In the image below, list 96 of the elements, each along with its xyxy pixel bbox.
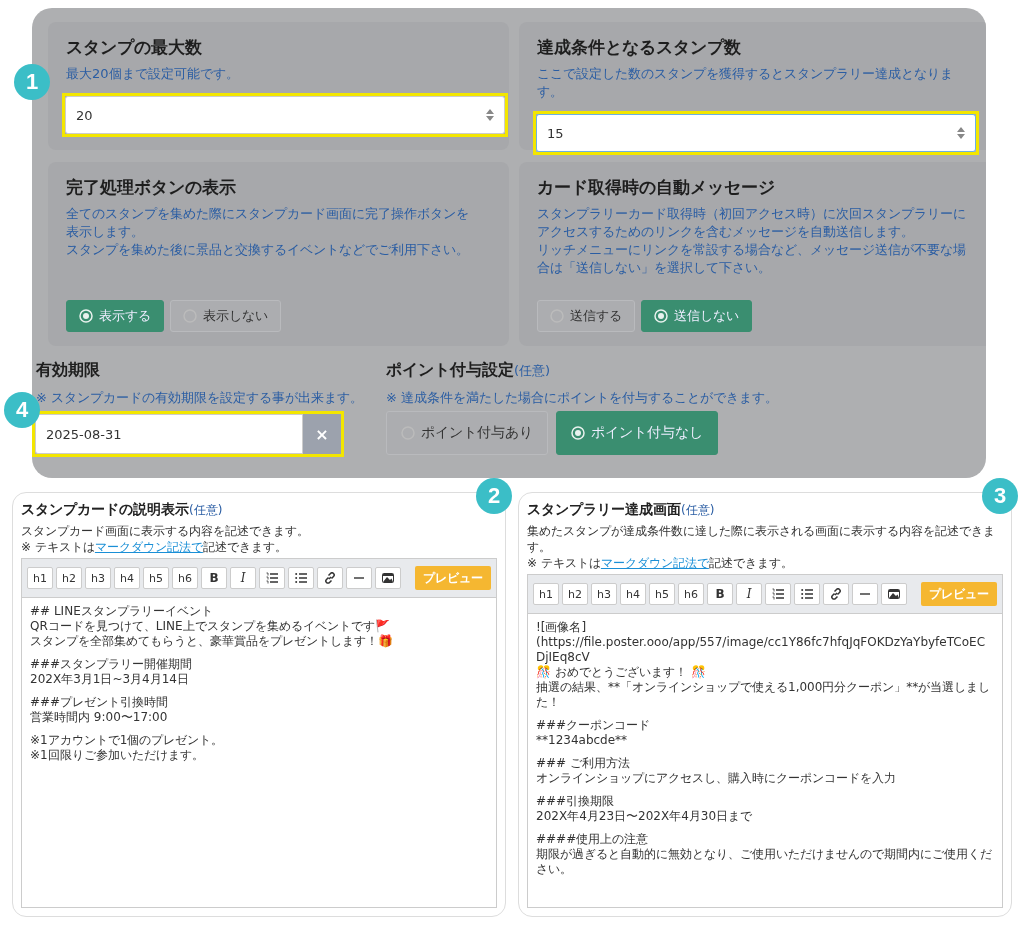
optional-label: (任意) <box>681 503 715 517</box>
card-description: ここで設定した数のスタンプを獲得するとスタンプラリー達成となります。 <box>537 65 954 101</box>
radio-option[interactable]: 表示しない <box>170 300 281 332</box>
radio-icon <box>79 309 93 323</box>
optional-label: (任意) <box>189 503 223 517</box>
format-button[interactable]: h6 <box>172 567 198 589</box>
markdown-line: ※1アカウントで1個のプレゼント。 <box>30 733 225 748</box>
format-button[interactable] <box>317 567 343 589</box>
markdown-line: 期限が過ぎると自動的に無効となり、ご使用いただけませんので期間内にご使用ください。 <box>536 847 993 877</box>
date-field[interactable]: 2025-08-31 <box>35 414 303 454</box>
radio-option[interactable]: ポイント付与なし <box>556 411 718 455</box>
link-icon <box>324 572 336 584</box>
format-button[interactable] <box>765 583 791 605</box>
format-button[interactable] <box>794 583 820 605</box>
card-description: 最大20個まで設定可能です。 <box>66 65 240 83</box>
format-button[interactable]: h3 <box>591 583 617 605</box>
radio-icon <box>654 309 668 323</box>
editor-description: 集めたスタンプが達成条件数に達した際に表示される画面に表示する内容を記述できます。 <box>527 523 996 555</box>
format-button[interactable]: B <box>201 567 227 589</box>
markdown-line: ###プレゼント引換時間 <box>30 695 170 710</box>
radio-icon <box>571 426 585 440</box>
markdown-textarea[interactable]: ## LINEスタンプラリーイベント QRコードを見つけて、LINE上でスタンプを集めるイベントです🚩 スタンプを全部集めてもらうと、豪華賞品をプレゼントします！🎁 ###スタンプラリー開催期間 202X年3月1日~3月4月14日 ###プレゼント引換時間 営業時間内 9:00〜17:00 ※1アカウントで1個のプレゼント。 ※1回限りご参加いただけます。 <box>22 598 496 907</box>
format-button[interactable] <box>375 567 401 589</box>
markdown-note: ※ テキストはマークダウン記法で記述できます。 <box>21 539 288 555</box>
format-button[interactable]: I <box>736 583 762 605</box>
markdown-line: 抽選の結果、**「オンラインショップで使える1,000円分クーポン」**が当選しました！ <box>536 680 992 710</box>
format-button[interactable]: h1 <box>27 567 53 589</box>
markdown-line: ※1回限りご参加いただけます。 <box>30 748 205 763</box>
bullet-list-icon <box>295 572 307 584</box>
format-button[interactable]: h5 <box>143 567 169 589</box>
markdown-line: ### ご利用方法 <box>536 756 631 771</box>
format-button[interactable]: h3 <box>85 567 111 589</box>
markdown-line: 🎊 おめでとうございます！ 🎊 <box>536 665 707 680</box>
markdown-line: ###引換期限 <box>536 794 616 809</box>
markdown-line: ###スタンプラリー開催期間 <box>30 657 194 672</box>
number-field[interactable]: 20 <box>65 96 505 134</box>
markdown-line: ![画像名](https://file.poster.ooo/app/557/image/cc1Y86fc7hfqJqFOKDzYaYbyfeTCoECDjIEq8cV <box>536 620 987 664</box>
card-title: スタンプの最大数 <box>66 36 203 59</box>
format-button[interactable]: h5 <box>649 583 675 605</box>
card-description: 全てのスタンプを集めた際にスタンプカード画面に完了操作ボタンを表示します。 <box>66 205 470 241</box>
card-title: 達成条件となるスタンプ数 <box>537 36 742 59</box>
markdown-line: スタンプを全部集めてもらうと、豪華賞品をプレゼントします！🎁 <box>30 634 394 649</box>
spinner-icon[interactable] <box>957 127 965 139</box>
optional-label: (任意) <box>514 363 551 378</box>
callout-badge: 3 <box>982 478 1018 514</box>
radio-option[interactable]: 表示する <box>66 300 164 332</box>
number-field[interactable]: 15 <box>536 114 976 152</box>
card-title: 完了処理ボタンの表示 <box>66 176 237 199</box>
editor-title: スタンプラリー達成画面 <box>527 501 681 517</box>
markdown-line: QRコードを見つけて、LINE上でスタンプを集めるイベントです🚩 <box>30 619 391 634</box>
format-button[interactable]: h6 <box>678 583 704 605</box>
markdown-link[interactable]: マークダウン記法で <box>600 556 709 570</box>
bullet-list-icon <box>801 588 813 600</box>
card-description: スタンプを集めた後に景品と交換するイベントなどでご利用下さい。 <box>66 241 470 259</box>
markdown-line: 202X年3月1日~3月4月14日 <box>30 672 190 687</box>
numbered-list-icon <box>772 588 784 600</box>
card-description: リッチメニューにリンクを常設する場合など、メッセージ送信が不要な場合は「送信しない」を選択して下さい。 <box>537 241 967 277</box>
format-button[interactable]: h1 <box>533 583 559 605</box>
horizontal-rule-icon <box>860 593 870 595</box>
radio-option[interactable]: 送信する <box>537 300 635 332</box>
format-button[interactable] <box>823 583 849 605</box>
format-button[interactable] <box>288 567 314 589</box>
format-button[interactable] <box>259 567 285 589</box>
markdown-line: **1234abcde** <box>536 733 629 748</box>
expiry-title: 有効期限 <box>36 360 101 381</box>
format-button[interactable]: h4 <box>114 567 140 589</box>
markdown-note: ※ テキストはマークダウン記法で記述できます。 <box>527 555 794 571</box>
markdown-line: 営業時間内 9:00〜17:00 <box>30 710 169 725</box>
format-button[interactable]: h2 <box>562 583 588 605</box>
horizontal-rule-icon <box>354 577 364 579</box>
editor-title: スタンプカードの説明表示 <box>21 501 189 517</box>
format-button[interactable]: B <box>707 583 733 605</box>
editor-description: スタンプカード画面に表示する内容を記述できます。 <box>21 523 310 539</box>
markdown-line: ###クーポンコード <box>536 718 652 733</box>
spinner-icon[interactable] <box>486 109 494 121</box>
points-note: ※ 達成条件を満たした場合にポイントを付与することができます。 <box>386 389 779 407</box>
format-button[interactable]: h4 <box>620 583 646 605</box>
points-title: ポイント付与設定 <box>386 360 514 379</box>
radio-option[interactable]: ポイント付与あり <box>386 411 548 455</box>
callout-badge: 2 <box>476 478 512 514</box>
card-title: カード取得時の自動メッセージ <box>537 176 776 199</box>
numbered-list-icon <box>266 572 278 584</box>
radio-option[interactable]: 送信しない <box>641 300 752 332</box>
callout-badge: 1 <box>14 64 50 100</box>
markdown-link[interactable]: マークダウン記法で <box>94 540 203 554</box>
image-icon <box>888 589 900 599</box>
format-button[interactable] <box>881 583 907 605</box>
image-icon <box>382 573 394 583</box>
format-button[interactable]: I <box>230 567 256 589</box>
markdown-line: 202X年4月23日〜202X年4月30日まで <box>536 809 754 824</box>
markdown-line: オンラインショップにアクセスし、購入時にクーポンコードを入力 <box>536 771 897 786</box>
markdown-line: ####使用上の注意 <box>536 832 650 847</box>
card-description: スタンプラリーカード取得時（初回アクセス時）に次回スタンプラリーにアクセスするためのリンクを含むメッセージを自動送信します。 <box>537 205 967 241</box>
link-icon <box>830 588 842 600</box>
markdown-line: ## LINEスタンプラリーイベント <box>30 604 214 619</box>
format-button[interactable]: h2 <box>56 567 82 589</box>
